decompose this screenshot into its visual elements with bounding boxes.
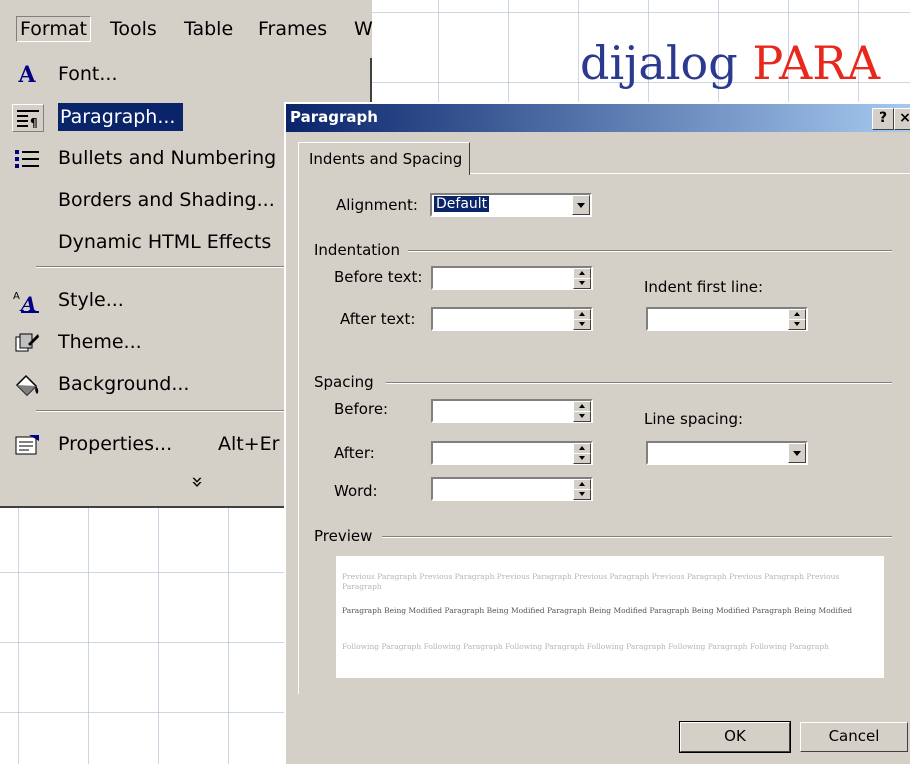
tab-indents-spacing[interactable]: Indents and Spacing <box>298 142 470 175</box>
spacing-group-label: Spacing <box>314 373 374 391</box>
spin-down-icon[interactable] <box>573 453 591 464</box>
menu-item-shortcut: Alt+Er <box>218 433 280 455</box>
preview-following-text: Following Paragraph Following Paragraph … <box>342 642 830 651</box>
paragraph-preview: Previous Paragraph Previous Paragraph Pr… <box>336 556 884 678</box>
spin-down-icon[interactable] <box>573 411 591 422</box>
indentation-group-label: Indentation <box>314 241 400 259</box>
menu-window[interactable]: W <box>354 18 373 40</box>
menu-table[interactable]: Table <box>184 18 233 40</box>
preview-group-label: Preview <box>314 527 373 545</box>
svg-text:A: A <box>19 292 37 313</box>
menu-frames[interactable]: Frames <box>258 18 327 40</box>
menu-item-label: Paragraph... <box>58 103 184 131</box>
properties-icon <box>12 432 42 458</box>
menu-item-label: Background... <box>58 373 190 395</box>
chevron-double-down-icon: » <box>186 475 211 489</box>
spinner[interactable] <box>573 479 591 500</box>
preview-divider <box>382 536 892 538</box>
dropdown-arrow-icon[interactable] <box>572 195 590 215</box>
tab-label: Indents and Spacing <box>309 150 463 168</box>
ok-button[interactable]: OK <box>679 721 791 753</box>
menu-tools[interactable]: Tools <box>110 18 157 40</box>
menu-item-label: Properties... <box>58 433 173 455</box>
help-button[interactable]: ? <box>872 108 894 130</box>
menu-item-label: Theme... <box>58 331 142 353</box>
svg-text:A: A <box>13 291 20 302</box>
indent-first-line-label: Indent first line: <box>644 278 764 296</box>
slide-title-main: dijalog <box>580 36 753 90</box>
spacing-divider <box>386 382 892 384</box>
svg-text:¶: ¶ <box>30 116 38 128</box>
alignment-value: Default <box>434 196 490 212</box>
dialog-titlebar: Paragraph ? × <box>286 104 910 132</box>
word-spacing-input[interactable] <box>431 477 593 501</box>
spacing-before-input[interactable] <box>431 399 593 423</box>
word-label: Word: <box>334 482 378 500</box>
alignment-select[interactable]: Default <box>430 193 592 217</box>
before-text-label: Before text: <box>334 268 423 286</box>
before-label: Before: <box>334 400 389 418</box>
spin-down-icon[interactable] <box>573 278 591 289</box>
after-label: After: <box>334 444 375 462</box>
spinner[interactable] <box>573 401 591 422</box>
spin-down-icon[interactable] <box>788 319 806 330</box>
paint-bucket-icon <box>12 372 42 398</box>
menu-item-label: Dynamic HTML Effects <box>58 231 272 253</box>
paragraph-dialog: Paragraph ? × Indents and Spacing Alignm… <box>284 102 910 764</box>
menu-item-label: Bullets and Numbering <box>58 147 277 169</box>
before-text-input[interactable] <box>431 266 593 290</box>
indentation-divider <box>408 250 892 252</box>
after-text-label: After text: <box>340 310 416 328</box>
bullets-icon <box>12 146 42 172</box>
line-spacing-label: Line spacing: <box>644 410 744 428</box>
spin-down-icon[interactable] <box>573 319 591 330</box>
paragraph-icon: ¶ <box>12 104 44 132</box>
indent-first-line-input[interactable] <box>646 307 808 331</box>
menubar: Format Tools Table Frames W <box>0 0 373 59</box>
menu-item-font[interactable]: A Font... <box>0 58 370 92</box>
menu-item-label: Style... <box>58 289 124 311</box>
preview-modified-text: Paragraph Being Modified Paragraph Being… <box>342 606 853 615</box>
slide-title-accent: PARA <box>752 36 881 90</box>
alignment-label: Alignment: <box>336 196 418 214</box>
spinner[interactable] <box>573 309 591 330</box>
spacing-after-input[interactable] <box>431 441 593 465</box>
close-button[interactable]: × <box>894 108 910 130</box>
menu-item-label: Font... <box>58 63 118 85</box>
spinner[interactable] <box>573 268 591 289</box>
spin-down-icon[interactable] <box>573 489 591 500</box>
theme-icon <box>12 330 42 356</box>
font-A-icon: A <box>18 62 36 88</box>
cancel-button[interactable]: Cancel <box>800 722 908 752</box>
slide-title: dijalog PARA <box>580 36 880 90</box>
spinner[interactable] <box>788 309 806 330</box>
after-text-input[interactable] <box>431 307 593 331</box>
spinner[interactable] <box>573 443 591 464</box>
preview-previous-text: Previous Paragraph Previous Paragraph Pr… <box>342 572 840 591</box>
style-icon: AA <box>12 288 42 314</box>
line-spacing-select[interactable] <box>646 441 808 465</box>
menu-item-label: Borders and Shading... <box>58 189 275 211</box>
dialog-title: Paragraph <box>290 108 378 126</box>
menu-format[interactable]: Format <box>16 16 91 42</box>
dropdown-arrow-icon[interactable] <box>788 443 806 463</box>
